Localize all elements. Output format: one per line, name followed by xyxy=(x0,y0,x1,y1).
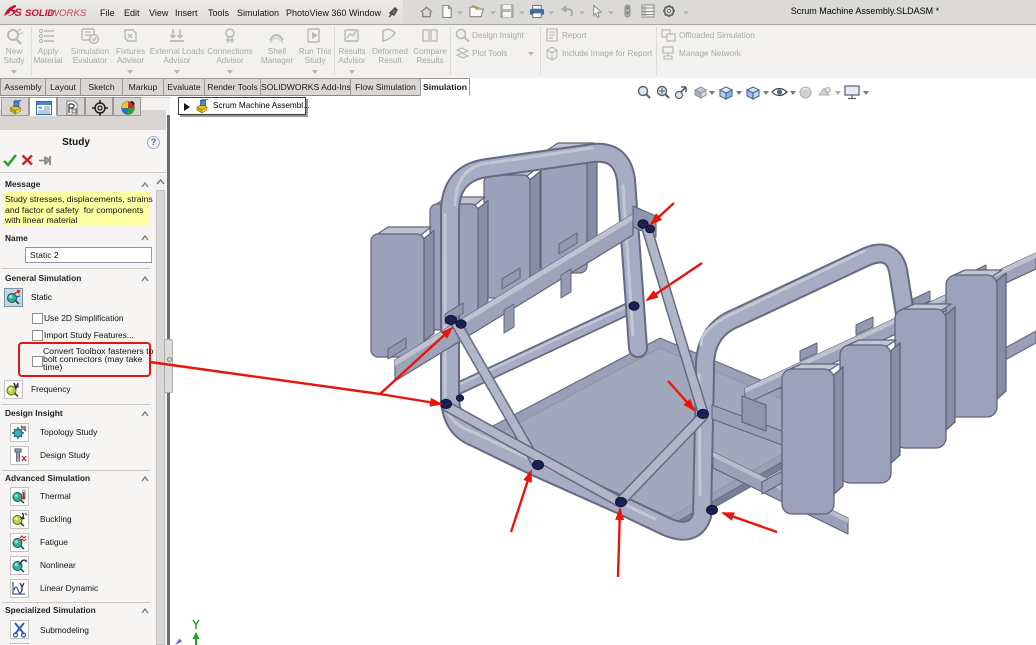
svg-text:S: S xyxy=(15,7,23,19)
svg-text:WORKS: WORKS xyxy=(50,8,87,19)
